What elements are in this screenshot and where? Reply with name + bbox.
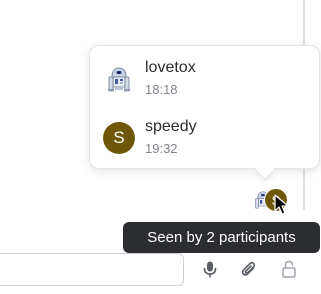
avatar: [103, 63, 135, 95]
reader-time: 19:32: [145, 141, 178, 156]
reader-name: speedy: [145, 118, 197, 135]
seen-by-tooltip: Seen by 2 participants: [123, 222, 320, 253]
reader-name: lovetox: [145, 59, 196, 76]
message-input[interactable]: [0, 253, 184, 286]
paperclip-icon[interactable]: [240, 260, 258, 278]
read-receipts-popover: lovetox 18:18 S speedy 19:32: [89, 45, 320, 169]
reader-time: 18:18: [145, 82, 178, 97]
microphone-icon[interactable]: [201, 260, 219, 278]
r2d2-robot-icon: [103, 63, 135, 95]
avatar: S: [103, 122, 135, 154]
chat-window: lovetox 18:18 S speedy 19:32 S Seen by 2…: [0, 0, 321, 294]
unlocked-padlock-icon[interactable]: [280, 260, 298, 278]
mouse-cursor-icon: [274, 194, 289, 215]
